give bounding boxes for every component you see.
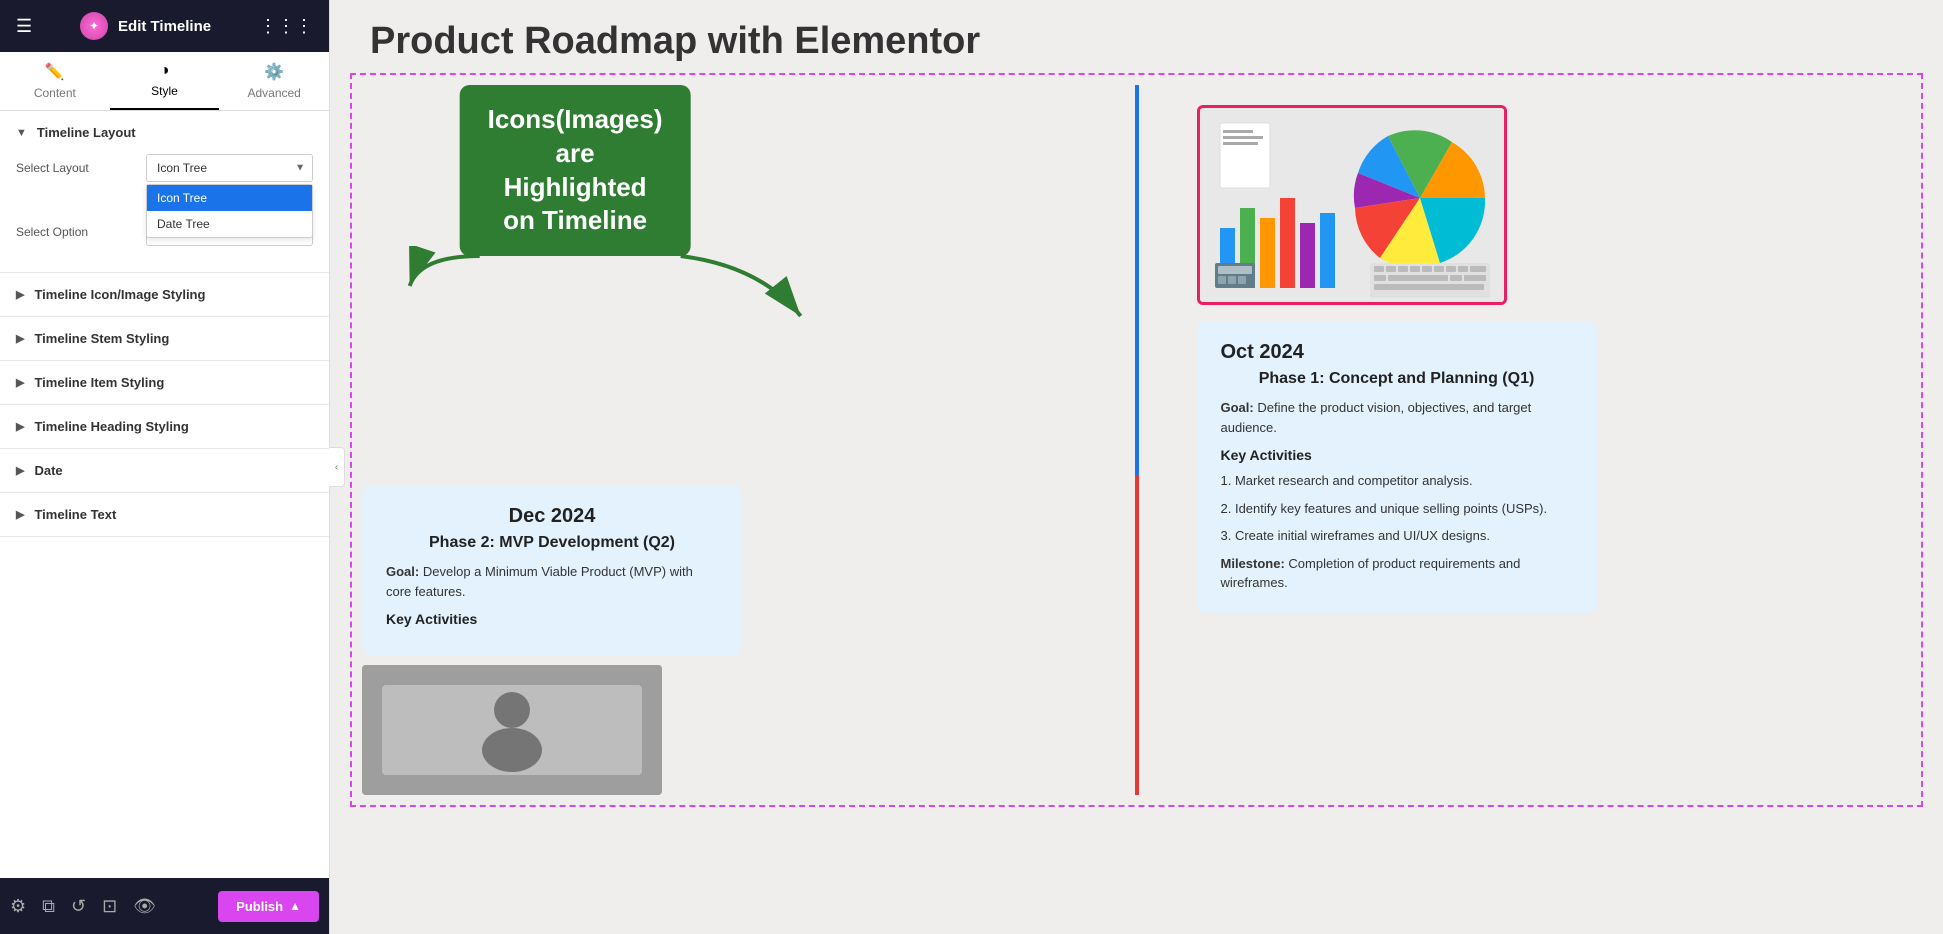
advanced-tab-icon: ⚙️ (264, 62, 284, 82)
tab-content[interactable]: ✏️ Content (0, 52, 110, 110)
tab-advanced[interactable]: ⚙️ Advanced (219, 52, 329, 110)
date-arrow: ▶ (16, 464, 24, 477)
layout-dropdown: Icon Tree Date Tree (146, 184, 313, 238)
phase2-date: Dec 2024 (386, 505, 718, 528)
arrow-left-svg (400, 246, 500, 306)
bottom-icons: ⚙ ⧉ ↺ ⊡ 👁 (10, 896, 156, 917)
phase1-image-wrap (1197, 105, 1912, 305)
stem-arrow: ▶ (16, 332, 24, 345)
timeline-right: Oct 2024 Phase 1: Concept and Planning (… (1137, 105, 1912, 795)
phase2-image-svg (362, 665, 662, 795)
activity-3: 3. Create initial wireframes and UI/UX d… (1221, 526, 1573, 546)
select-layout-control[interactable]: Icon Tree Date Tree (146, 154, 313, 182)
heading-styling-header[interactable]: ▶ Timeline Heading Styling (0, 405, 329, 449)
phase2-card: Dec 2024 Phase 2: MVP Development (Q2) G… (362, 485, 742, 655)
callout-box: Icons(Images) are Highlighted on Timelin… (460, 85, 691, 256)
phase1-phase: Phase 1: Concept and Planning (Q1) (1221, 370, 1573, 388)
timeline-stem (1135, 85, 1139, 795)
phase1-image (1197, 105, 1507, 305)
timeline-layout-header[interactable]: ▼ Timeline Layout (16, 125, 313, 140)
dropdown-item-icon-tree[interactable]: Icon Tree (147, 185, 312, 211)
item-styling-header[interactable]: ▶ Timeline Item Styling (0, 361, 329, 405)
phase1-card: Oct 2024 Phase 1: Concept and Planning (… (1197, 321, 1597, 613)
grid-icon[interactable]: ⋮⋮⋮ (259, 16, 313, 37)
phase1-goal: Goal: Define the product vision, objecti… (1221, 398, 1573, 437)
main-content: Product Roadmap with Elementor Icons(Ima… (330, 0, 1943, 934)
publish-button[interactable]: Publish ▲ (218, 891, 319, 922)
page-title-bar: Product Roadmap with Elementor (330, 0, 1943, 73)
phase2-activities-title: Key Activities (386, 611, 718, 627)
phase1-date: Oct 2024 (1221, 341, 1573, 364)
selection-border: Icons(Images) are Highlighted on Timelin… (350, 73, 1923, 807)
panel-content: ▼ Timeline Layout Select Layout Icon Tre… (0, 111, 329, 878)
phase2-image (362, 665, 662, 795)
style-tab-icon: ◑ (160, 62, 170, 80)
item-arrow: ▶ (16, 376, 24, 389)
phase1-activities-title: Key Activities (1221, 447, 1573, 463)
panel-logo: ✦ (80, 12, 108, 40)
timeline-layout-arrow: ▼ (16, 127, 27, 139)
settings-icon[interactable]: ⚙ (10, 896, 26, 917)
hamburger-icon[interactable]: ☰ (16, 16, 32, 37)
panel-collapse-handle[interactable]: ‹ (329, 447, 345, 487)
timeline-layout-section: ▼ Timeline Layout Select Layout Icon Tre… (0, 111, 329, 273)
activity-2: 2. Identify key features and unique sell… (1221, 499, 1573, 519)
select-layout-row: Select Layout Icon Tree Date Tree ▼ Icon… (16, 154, 313, 182)
phase2-goal: Goal: Develop a Minimum Viable Product (… (386, 562, 718, 601)
stem-red (1135, 476, 1139, 796)
dropdown-item-date-tree[interactable]: Date Tree (147, 211, 312, 237)
panel-bottom: ⚙ ⧉ ↺ ⊡ 👁 Publish ▲ (0, 878, 329, 934)
tab-style[interactable]: ◑ Style (110, 52, 220, 110)
left-panel: ☰ ✦ Edit Timeline ⋮⋮⋮ ✏️ Content ◑ Style… (0, 0, 330, 934)
publish-chevron-icon: ▲ (289, 899, 301, 913)
panel-title: Edit Timeline (118, 18, 211, 35)
phase2-phase: Phase 2: MVP Development (Q2) (386, 534, 718, 552)
history-icon[interactable]: ↺ (71, 896, 86, 917)
content-tab-icon: ✏️ (45, 62, 65, 82)
responsive-icon[interactable]: ⊡ (102, 896, 117, 917)
arrow-right-svg (660, 246, 810, 336)
activity-1: 1. Market research and competitor analys… (1221, 471, 1573, 491)
panel-tabs: ✏️ Content ◑ Style ⚙️ Advanced (0, 52, 329, 111)
layers-icon[interactable]: ⧉ (42, 896, 55, 917)
stem-styling-header[interactable]: ▶ Timeline Stem Styling (0, 317, 329, 361)
chart-svg (1200, 108, 1507, 305)
timeline-text-header[interactable]: ▶ Timeline Text (0, 493, 329, 537)
panel-header: ☰ ✦ Edit Timeline ⋮⋮⋮ (0, 0, 329, 52)
icon-image-arrow: ▶ (16, 288, 24, 301)
text-arrow: ▶ (16, 508, 24, 521)
heading-arrow: ▶ (16, 420, 24, 433)
select-layout-wrap: Icon Tree Date Tree ▼ Icon Tree Date Tre… (146, 154, 313, 182)
eye-icon[interactable]: 👁 (133, 896, 156, 917)
icon-image-styling-header[interactable]: ▶ Timeline Icon/Image Styling (0, 273, 329, 317)
date-header[interactable]: ▶ Date (0, 449, 329, 493)
stem-blue (1135, 85, 1139, 476)
page-title: Product Roadmap with Elementor (370, 20, 1903, 63)
phase1-milestone: Milestone: Completion of product require… (1221, 554, 1573, 593)
